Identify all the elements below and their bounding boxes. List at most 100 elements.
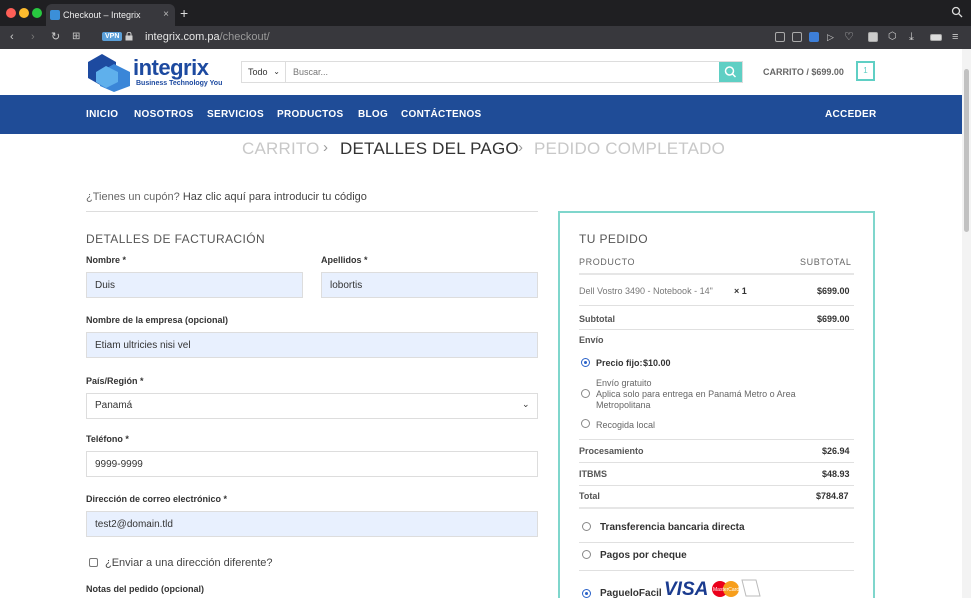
pay-cheque-radio[interactable] bbox=[582, 550, 591, 559]
main-nav: INICIO NOSOTROS SERVICIOS PRODUCTOS BLOG… bbox=[0, 95, 962, 134]
new-tab-icon[interactable]: + bbox=[180, 4, 188, 22]
ship-fixed-price: $10.00 bbox=[643, 358, 671, 368]
coupon-notice: ¿Tienes un cupón? Haz clic aquí para int… bbox=[86, 191, 367, 203]
email-field[interactable] bbox=[86, 511, 538, 537]
order-item-qty: × 1 bbox=[734, 286, 747, 296]
divider bbox=[579, 305, 854, 306]
download-icon[interactable]: ⤓ bbox=[909, 30, 914, 44]
extension-icon[interactable] bbox=[868, 32, 878, 42]
coupon-link[interactable]: Haz clic aquí para introducir tu código bbox=[183, 191, 367, 203]
itbms-label: ITBMS bbox=[579, 469, 607, 479]
last-name-label: Apellidos * bbox=[321, 255, 368, 265]
nav-item-contactenos[interactable]: CONTÁCTENOS bbox=[401, 109, 482, 120]
browser-tab-checkout[interactable]: Checkout – Integrix × bbox=[46, 4, 175, 26]
chevron-down-icon: ⌄ bbox=[522, 399, 530, 409]
nav-item-blog[interactable]: BLOG bbox=[358, 109, 388, 120]
ship-pickup-radio[interactable] bbox=[581, 419, 590, 428]
first-name-field[interactable] bbox=[86, 272, 303, 298]
pay-cheque-label[interactable]: Pagos por cheque bbox=[600, 550, 687, 561]
camera-icon[interactable] bbox=[792, 32, 802, 42]
ship-pickup-label[interactable]: Recogida local bbox=[596, 420, 655, 430]
browser-tab-bar: Checkout – Integrix × + bbox=[0, 0, 971, 26]
divider bbox=[86, 211, 538, 212]
divider bbox=[579, 329, 854, 330]
heart-icon[interactable]: ♡ bbox=[844, 30, 854, 44]
shield-icon[interactable] bbox=[809, 32, 819, 42]
forward-icon[interactable]: › bbox=[31, 30, 35, 44]
reload-icon[interactable]: ↻ bbox=[51, 30, 60, 44]
order-item-price: $699.00 bbox=[817, 286, 850, 296]
address-bar[interactable]: integrix.com.pa/checkout/ bbox=[145, 30, 270, 45]
divider bbox=[579, 462, 854, 463]
integrix-logo-icon[interactable] bbox=[88, 52, 132, 92]
ship-free-note: Aplica solo para entrega en Panamá Metro… bbox=[596, 389, 796, 410]
maximize-window-button[interactable] bbox=[32, 8, 42, 18]
pay-bank-radio[interactable] bbox=[582, 522, 591, 531]
nav-item-servicios[interactable]: SERVICIOS bbox=[207, 109, 264, 120]
url-path: /checkout/ bbox=[219, 31, 270, 43]
total-label: Total bbox=[579, 491, 600, 501]
shipping-label: Envío bbox=[579, 335, 604, 345]
url-host: integrix.com.pa bbox=[145, 31, 220, 43]
subtotal-value: $699.00 bbox=[817, 314, 850, 324]
send-icon[interactable]: ▷ bbox=[827, 30, 834, 44]
company-label: Nombre de la empresa (opcional) bbox=[86, 315, 229, 325]
company-field[interactable] bbox=[86, 332, 538, 358]
search-icon bbox=[724, 66, 737, 78]
ship-different-label[interactable]: ¿Enviar a una dirección diferente? bbox=[105, 557, 273, 569]
lock-icon bbox=[125, 32, 133, 41]
logo-text[interactable]: integrix bbox=[133, 55, 209, 81]
battery-icon bbox=[930, 34, 942, 41]
processing-label: Procesamiento bbox=[579, 446, 644, 456]
nav-item-nosotros[interactable]: NOSOTROS bbox=[134, 109, 194, 120]
cart-count-badge[interactable]: 1 bbox=[856, 61, 875, 81]
minimize-window-button[interactable] bbox=[19, 8, 29, 18]
share-icon[interactable] bbox=[775, 32, 785, 42]
last-name-field[interactable] bbox=[321, 272, 538, 298]
step-cart[interactable]: CARRITO bbox=[242, 139, 320, 159]
login-link[interactable]: ACCEDER bbox=[825, 109, 877, 120]
logo-tagline: Business Technology You bbox=[136, 80, 223, 87]
search-input[interactable] bbox=[287, 62, 720, 82]
pay-bank-label[interactable]: Transferencia bancaria directa bbox=[600, 522, 745, 533]
coupon-prompt: ¿Tienes un cupón? bbox=[86, 191, 180, 203]
ship-fixed-radio[interactable] bbox=[581, 358, 590, 367]
country-label: País/Región * bbox=[86, 376, 144, 386]
nav-item-inicio[interactable]: INICIO bbox=[86, 109, 118, 120]
ship-different-checkbox[interactable] bbox=[89, 558, 98, 567]
cart-link[interactable]: CARRITO / $699.00 bbox=[763, 67, 844, 77]
integrix-favicon-icon bbox=[50, 10, 60, 20]
itbms-value: $48.93 bbox=[822, 469, 850, 479]
nav-item-productos[interactable]: PRODUCTOS bbox=[277, 109, 343, 120]
pay-paguelofacil-radio[interactable] bbox=[582, 589, 591, 598]
mastercard-logo-text: MasterCard bbox=[713, 587, 739, 593]
pay-paguelofacil-label[interactable]: PagueloFacil bbox=[600, 588, 662, 598]
menu-icon[interactable]: ≡ bbox=[952, 30, 958, 44]
order-item-name: Dell Vostro 3490 - Notebook - 14" bbox=[579, 286, 713, 296]
search-category-value: Todo bbox=[248, 67, 268, 77]
vpn-badge[interactable]: VPN bbox=[102, 32, 123, 41]
search-category-select[interactable]: Todo ⌄ bbox=[242, 62, 286, 82]
col-subtotal-header: SUBTOTAL bbox=[800, 257, 852, 267]
visa-logo-text: VISA bbox=[664, 579, 708, 598]
tab-title: Checkout – Integrix bbox=[63, 10, 141, 20]
country-select[interactable]: Panamá bbox=[86, 393, 538, 419]
phone-field[interactable] bbox=[86, 451, 538, 477]
divider bbox=[579, 273, 854, 275]
cube-icon[interactable]: ⬡ bbox=[888, 30, 897, 44]
tab-search-icon[interactable] bbox=[951, 6, 963, 18]
country-value: Panamá bbox=[95, 400, 133, 411]
ship-free-label[interactable]: Envío gratuito bbox=[596, 378, 652, 388]
divider bbox=[579, 542, 854, 543]
back-icon[interactable]: ‹ bbox=[10, 30, 14, 44]
divider bbox=[579, 485, 854, 486]
page-scrollbar-thumb[interactable] bbox=[964, 69, 969, 232]
email-label: Dirección de correo electrónico * bbox=[86, 494, 228, 504]
ship-fixed-label[interactable]: Precio fijo: bbox=[596, 358, 643, 368]
tab-grid-icon[interactable]: ⊞ bbox=[72, 30, 80, 44]
search-button[interactable] bbox=[719, 62, 742, 82]
close-tab-icon[interactable]: × bbox=[163, 4, 169, 26]
close-window-button[interactable] bbox=[6, 8, 16, 18]
ship-free-radio[interactable] bbox=[581, 389, 590, 398]
divider bbox=[579, 570, 854, 571]
